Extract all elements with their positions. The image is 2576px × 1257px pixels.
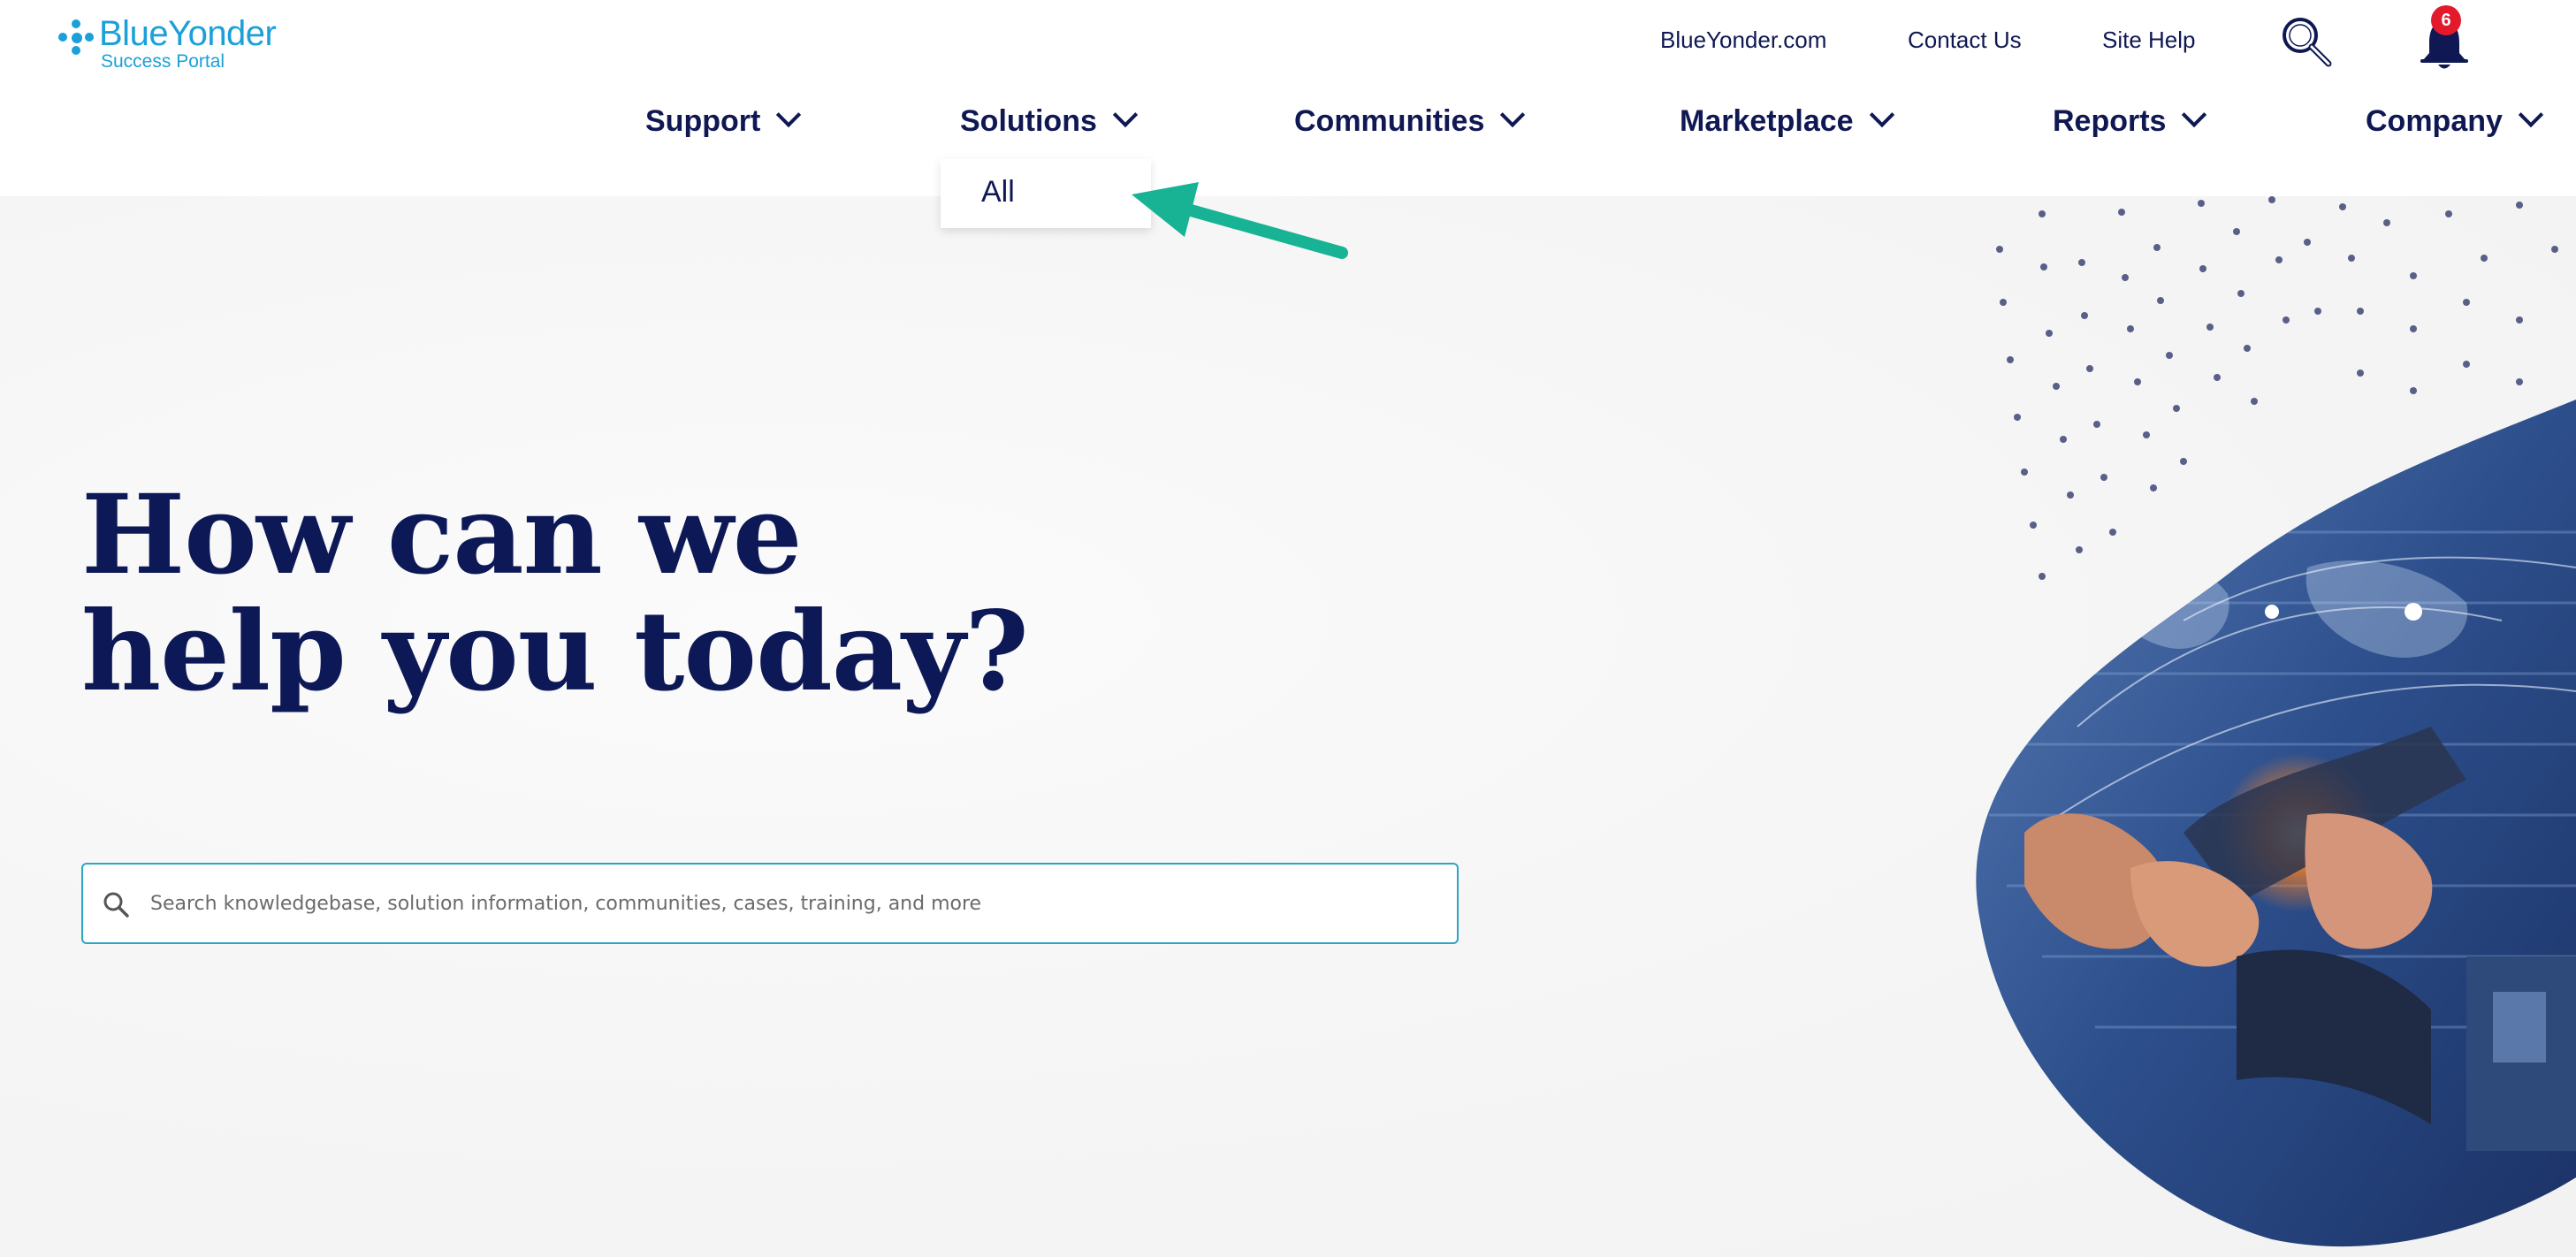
chevron-down-icon [2182, 102, 2207, 128]
chevron-down-icon [1500, 102, 1526, 128]
solutions-dropdown-menu: All [941, 159, 1151, 228]
nav-support[interactable]: Support [645, 102, 802, 139]
brand-name: BlueYonder [99, 14, 277, 53]
hero-image [1976, 196, 2576, 1247]
link-contact-us[interactable]: Contact Us [1908, 27, 2022, 54]
hero-search-input[interactable] [140, 865, 1460, 942]
annotation-arrow-icon [1132, 182, 1348, 259]
magnifier-icon[interactable] [2279, 14, 2336, 71]
chevron-down-icon [1112, 102, 1139, 128]
nav-solutions[interactable]: Solutions [960, 102, 1139, 139]
blueyonder-logo[interactable]: BlueYonder Success Portal [58, 14, 288, 74]
hero-title-line-1: How can we [81, 471, 803, 599]
nav-solutions-label: Solutions [960, 104, 1097, 138]
chevron-down-icon [776, 102, 802, 128]
brand-tagline: Success Portal [101, 51, 225, 72]
notification-count-badge: 6 [2431, 5, 2461, 35]
nav-marketplace-label: Marketplace [1680, 104, 1854, 138]
link-blueyonder-com[interactable]: BlueYonder.com [1660, 27, 1826, 54]
nav-reports[interactable]: Reports [2053, 102, 2207, 139]
nav-communities-label: Communities [1294, 104, 1485, 138]
hero-section: How can we help you today? [0, 196, 2576, 1257]
dropdown-item-all[interactable]: All [981, 175, 1015, 210]
chevron-down-icon [2518, 102, 2544, 128]
search-icon [103, 892, 129, 918]
nav-communities[interactable]: Communities [1294, 102, 1526, 139]
hero-title-line-2: help you today? [81, 588, 1029, 716]
logo-mark-icon [58, 19, 94, 55]
hero-title: How can we help you today? [81, 471, 1029, 716]
site-header: BlueYonder Success Portal BlueYonder.com… [0, 0, 2576, 196]
nav-reports-label: Reports [2053, 104, 2167, 138]
link-site-help[interactable]: Site Help [2102, 27, 2196, 54]
nav-marketplace[interactable]: Marketplace [1680, 102, 1894, 139]
nav-company[interactable]: Company [2366, 102, 2544, 139]
chevron-down-icon [1869, 102, 1894, 128]
nav-support-label: Support [645, 104, 761, 138]
hero-search-box[interactable] [81, 863, 1460, 944]
nav-company-label: Company [2366, 104, 2503, 138]
